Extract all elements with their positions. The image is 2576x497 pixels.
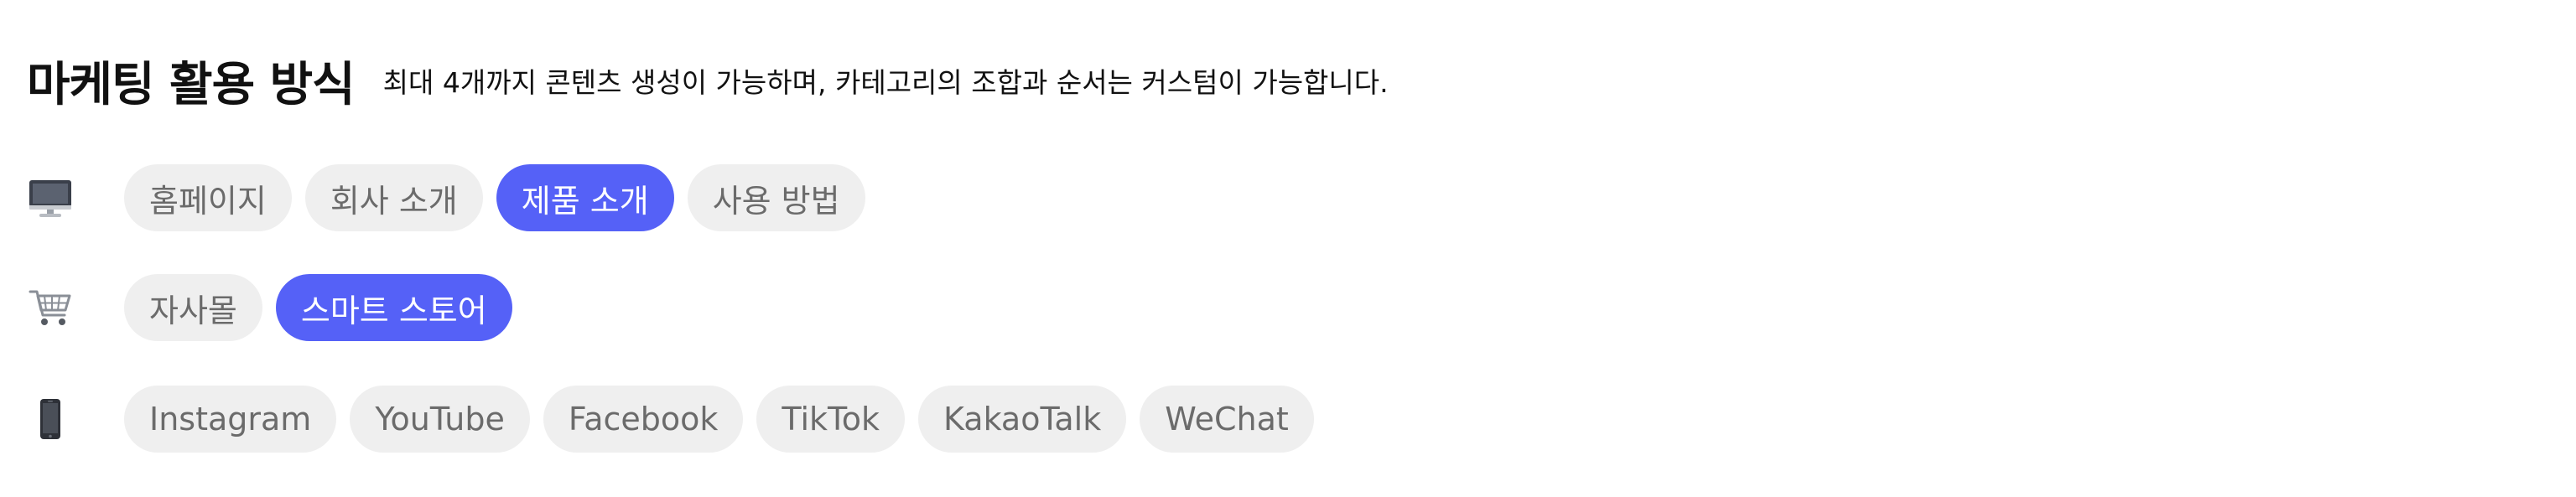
mobile-phone-icon (27, 396, 74, 443)
page-subtitle: 최대 4개까지 콘텐츠 생성이 가능하며, 카테고리의 조합과 순서는 커스텀이… (382, 66, 1389, 99)
section-header: 마케팅 활용 방식 최대 4개까지 콘텐츠 생성이 가능하며, 카테고리의 조합… (27, 50, 1389, 112)
chip-tiktok[interactable]: TikTok (756, 386, 906, 453)
chip-own-mall[interactable]: 자사몰 (124, 274, 262, 341)
chip-homepage[interactable]: 홈페이지 (124, 164, 292, 231)
category-row-commerce: 자사몰 스마트 스토어 (27, 274, 526, 341)
chip-wechat[interactable]: WeChat (1140, 386, 1314, 453)
chip-instagram[interactable]: Instagram (124, 386, 337, 453)
chip-youtube[interactable]: YouTube (350, 386, 530, 453)
category-row-social: Instagram YouTube Facebook TikTok KakaoT… (27, 386, 1327, 453)
chip-group-web: 홈페이지 회사 소개 제품 소개 사용 방법 (124, 164, 879, 231)
page-title: 마케팅 활용 방식 (27, 57, 356, 112)
chip-company-intro[interactable]: 회사 소개 (304, 164, 483, 231)
desktop-computer-icon (27, 174, 74, 221)
category-row-web: 홈페이지 회사 소개 제품 소개 사용 방법 (27, 164, 879, 231)
shopping-cart-icon (27, 284, 74, 331)
chip-facebook[interactable]: Facebook (543, 386, 744, 453)
chip-smart-store[interactable]: 스마트 스토어 (275, 274, 512, 341)
chip-kakaotalk[interactable]: KakaoTalk (918, 386, 1127, 453)
chip-product-intro[interactable]: 제품 소개 (496, 164, 674, 231)
chip-how-to-use[interactable]: 사용 방법 (687, 164, 865, 231)
chip-group-commerce: 자사몰 스마트 스토어 (124, 274, 526, 341)
chip-group-social: Instagram YouTube Facebook TikTok KakaoT… (124, 386, 1327, 453)
